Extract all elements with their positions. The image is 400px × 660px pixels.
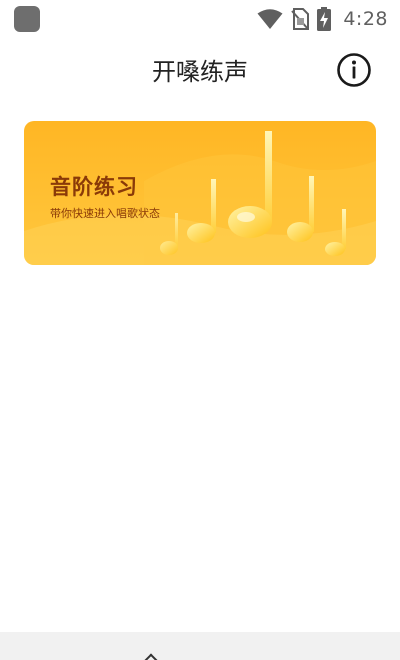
app-header: 开嗓练声	[0, 44, 400, 96]
card-title: 音阶练习	[50, 175, 138, 199]
system-navigation-bar	[0, 632, 400, 660]
battery-charging-icon	[317, 7, 332, 31]
status-time: 4:28	[343, 8, 388, 30]
scale-practice-card[interactable]: 音阶练习 带你快速进入唱歌状态	[24, 121, 376, 265]
wifi-icon	[257, 9, 283, 29]
info-icon	[337, 53, 371, 87]
back-icon[interactable]	[142, 653, 160, 660]
card-subtitle: 带你快速进入唱歌状态	[50, 207, 160, 220]
no-sim-icon	[291, 8, 310, 30]
info-button[interactable]	[336, 52, 372, 88]
app-icon	[14, 6, 40, 32]
screen: 4:28 开嗓练声 音阶练习 带你快速进入唱歌状态	[0, 0, 400, 660]
status-icons: 4:28	[257, 6, 388, 32]
status-bar: 4:28	[0, 0, 400, 38]
